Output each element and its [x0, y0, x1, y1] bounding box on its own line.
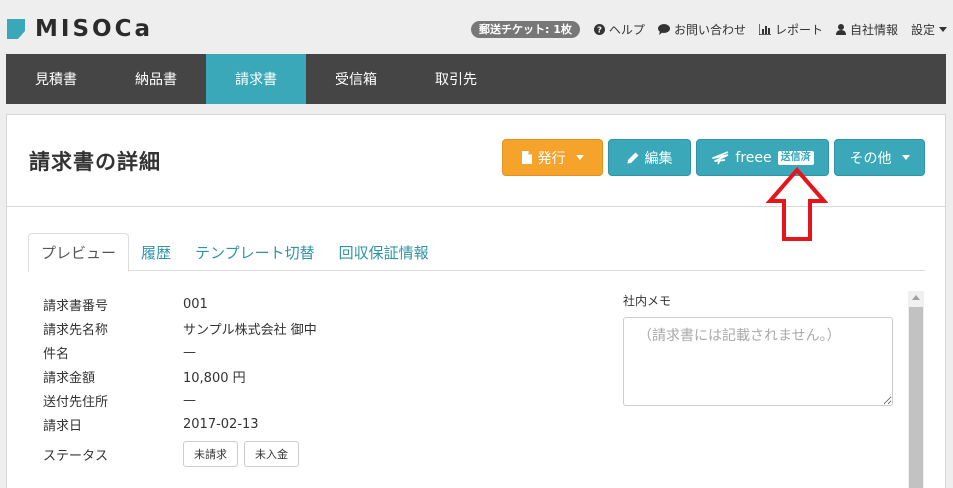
caret-down-icon	[575, 155, 584, 160]
freee-sent-badge: 送信済	[777, 150, 814, 165]
misoca-logo[interactable]: MISOCa	[7, 17, 153, 41]
invoice-date-label: 請求日	[43, 418, 83, 434]
page-title: 請求書の詳細	[29, 150, 161, 174]
status-badge-unbilled: 未請求	[183, 441, 238, 467]
address-value: —	[183, 392, 196, 408]
edit-button[interactable]: 編集	[608, 139, 691, 176]
pencil-icon	[627, 152, 639, 164]
main-navigation: 見積書 納品書 請求書 受信箱 取引先	[6, 54, 946, 104]
invoice-date-value: 2017-02-13	[183, 416, 259, 432]
scrollbar[interactable]	[908, 291, 924, 488]
tab-preview[interactable]: プレビュー	[28, 233, 130, 272]
issue-button[interactable]: 発行	[502, 139, 603, 176]
freee-button-label: freee	[735, 149, 772, 166]
document-icon	[521, 151, 532, 164]
caret-down-icon	[901, 155, 910, 160]
logo-mark-icon	[7, 19, 25, 39]
scroll-up-arrow-icon[interactable]	[912, 295, 920, 300]
bar-chart-icon	[758, 24, 771, 35]
billing-name-value: サンプル株式会社 御中	[183, 322, 317, 338]
nav-tab-estimates[interactable]: 見積書	[6, 54, 106, 104]
detail-row: 請求先名称 サンプル株式会社 御中	[43, 316, 317, 340]
address-label: 送付先住所	[43, 394, 109, 410]
nav-tab-delivery-notes[interactable]: 納品書	[106, 54, 206, 104]
detail-row: 件名 —	[43, 340, 317, 364]
mail-ticket-badge[interactable]: 郵送チケット: 1枚	[471, 21, 580, 38]
more-button[interactable]: その他	[834, 139, 925, 176]
invoice-number-value: 001	[183, 296, 208, 312]
annotation-up-arrow-icon	[766, 167, 828, 241]
company-info-link[interactable]: 自社情報	[835, 21, 898, 38]
user-icon	[835, 24, 846, 35]
tab-history[interactable]: 履歴	[129, 233, 183, 271]
tab-template-switch[interactable]: テンプレート切替	[183, 233, 327, 271]
top-navigation: 郵送チケット: 1枚 ? ヘルプ お問い合わせ レポート 自社情報 設定	[471, 21, 947, 38]
internal-memo-label: 社内メモ	[623, 294, 672, 308]
settings-label: 設定	[910, 23, 935, 37]
detail-row: 送付先住所 —	[43, 388, 317, 412]
scroll-thumb[interactable]	[909, 307, 923, 488]
chat-bubble-icon	[657, 24, 670, 35]
invoice-detail-panel: 請求書の詳細 発行 編集 freee 送信済 その他 プレビュー 履歴 テンプレ…	[6, 114, 946, 488]
subject-label: 件名	[43, 346, 70, 362]
nav-tab-invoices[interactable]: 請求書	[206, 54, 306, 104]
issue-button-label: 発行	[537, 150, 566, 167]
subject-value: —	[183, 344, 196, 360]
question-circle-icon: ?	[593, 24, 605, 35]
status-row: ステータス 未請求 未入金	[43, 438, 317, 470]
company-info-label: 自社情報	[849, 23, 898, 37]
edit-button-label: 編集	[644, 150, 673, 167]
invoice-details: 請求書番号 001 請求先名称 サンプル株式会社 御中 件名 — 請求金額 10…	[43, 292, 317, 470]
freee-bird-icon	[711, 150, 729, 165]
nav-tab-inbox[interactable]: 受信箱	[306, 54, 406, 104]
status-badge-unpaid: 未入金	[244, 441, 299, 467]
nav-tab-clients[interactable]: 取引先	[406, 54, 506, 104]
settings-dropdown[interactable]: 設定	[911, 21, 947, 38]
svg-text:?: ?	[597, 25, 602, 35]
report-link[interactable]: レポート	[758, 21, 823, 38]
more-button-label: その他	[849, 150, 892, 167]
help-label: ヘルプ	[608, 23, 645, 37]
tab-collection-guarantee[interactable]: 回収保証情報	[327, 233, 441, 271]
app-header: MISOCa 郵送チケット: 1枚 ? ヘルプ お問い合わせ レポート 自社情報…	[0, 0, 953, 54]
report-label: レポート	[774, 23, 823, 37]
status-label: ステータス	[43, 448, 109, 464]
contact-label: お問い合わせ	[673, 23, 746, 37]
help-link[interactable]: ? ヘルプ	[593, 21, 645, 38]
internal-memo-input[interactable]	[623, 317, 893, 406]
contact-link[interactable]: お問い合わせ	[657, 21, 746, 38]
detail-tabs: プレビュー 履歴 テンプレート切替 回収保証情報	[28, 233, 925, 272]
detail-row: 請求日 2017-02-13	[43, 412, 317, 436]
detail-row: 請求金額 10,800 円	[43, 364, 317, 388]
caret-down-icon	[939, 27, 947, 32]
billing-name-label: 請求先名称	[43, 322, 109, 338]
detail-row: 請求書番号 001	[43, 292, 317, 316]
invoice-number-label: 請求書番号	[43, 298, 109, 314]
panel-header: 請求書の詳細 発行 編集 freee 送信済 その他	[7, 115, 945, 241]
logo-text: MISOCa	[35, 16, 153, 42]
amount-label: 請求金額	[43, 370, 96, 386]
amount-value: 10,800 円	[183, 370, 246, 386]
